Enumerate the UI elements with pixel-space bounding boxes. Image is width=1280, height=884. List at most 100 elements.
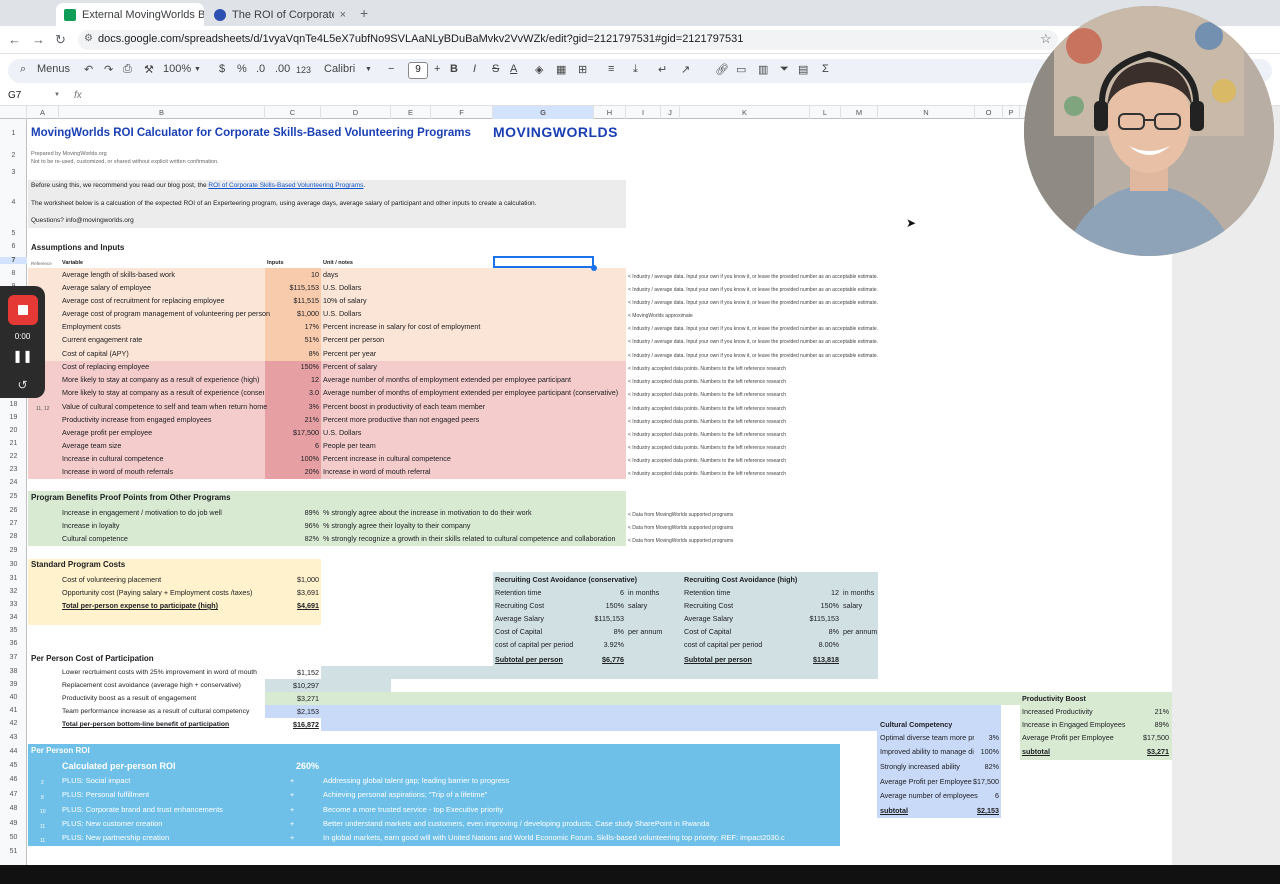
input-value[interactable]: $1,000 bbox=[265, 309, 319, 319]
row-header[interactable]: 20 bbox=[0, 427, 27, 434]
rca-value[interactable]: 8.00% bbox=[780, 640, 839, 650]
input-value[interactable]: 12 bbox=[265, 375, 319, 385]
rca-value[interactable]: 8% bbox=[780, 627, 839, 637]
stop-recording-button[interactable] bbox=[8, 295, 38, 325]
column-header[interactable]: E bbox=[391, 106, 431, 119]
rca-subtotal-value[interactable]: $13,818 bbox=[780, 655, 839, 665]
column-header[interactable]: C bbox=[265, 106, 321, 119]
input-value[interactable]: 3% bbox=[265, 402, 319, 412]
input-value[interactable]: $115,153 bbox=[265, 283, 319, 293]
print-icon[interactable]: ⎙ bbox=[123, 63, 132, 76]
increase-decimal-button[interactable]: .00 bbox=[275, 63, 290, 75]
text-color-icon[interactable]: A bbox=[510, 63, 517, 75]
column-header[interactable]: F bbox=[431, 106, 493, 119]
input-value[interactable]: 150% bbox=[265, 362, 319, 372]
row-header[interactable]: 46 bbox=[0, 776, 27, 783]
row-header[interactable]: 23 bbox=[0, 466, 27, 473]
column-header[interactable]: M bbox=[841, 106, 878, 119]
input-value[interactable]: $11,515 bbox=[265, 296, 319, 306]
cost-value[interactable]: $1,000 bbox=[265, 575, 319, 585]
input-value[interactable]: 6 bbox=[265, 441, 319, 451]
row-header[interactable]: 33 bbox=[0, 601, 27, 608]
column-header[interactable]: G bbox=[493, 106, 594, 119]
row-header[interactable]: 43 bbox=[0, 734, 27, 741]
row-header[interactable]: 45 bbox=[0, 762, 27, 769]
rca-value[interactable]: $115,153 bbox=[574, 614, 624, 624]
functions-button[interactable]: Σ bbox=[822, 63, 829, 75]
column-header[interactable]: L bbox=[810, 106, 841, 119]
menus-button[interactable]: Menus bbox=[37, 63, 70, 75]
text-wrap-icon[interactable]: ↵ bbox=[658, 63, 667, 76]
borders-icon[interactable]: ▦ bbox=[556, 63, 566, 76]
back-icon[interactable]: ← bbox=[8, 32, 21, 47]
input-value[interactable]: 3.0 bbox=[265, 388, 319, 398]
row-header[interactable]: 30 bbox=[0, 561, 27, 568]
chevron-down-icon[interactable]: ▼ bbox=[194, 66, 201, 73]
pause-icon[interactable]: ❚❚ bbox=[0, 349, 45, 363]
row-header[interactable]: 28 bbox=[0, 533, 27, 540]
column-header[interactable]: P bbox=[1003, 106, 1020, 119]
rca-value[interactable]: 3.92% bbox=[574, 640, 624, 650]
row-header[interactable]: 24 bbox=[0, 479, 27, 486]
fill-color-icon[interactable]: ◈ bbox=[535, 63, 543, 76]
prodboost-value[interactable]: 21% bbox=[1120, 707, 1169, 717]
prodboost-value[interactable]: 89% bbox=[1120, 720, 1169, 730]
row-header[interactable]: 22 bbox=[0, 453, 27, 460]
row-header[interactable]: 40 bbox=[0, 694, 27, 701]
column-header[interactable]: J bbox=[661, 106, 680, 119]
rca-value[interactable]: 150% bbox=[574, 601, 624, 611]
cultcomp-value[interactable]: 3% bbox=[960, 733, 999, 743]
row-header[interactable]: 8 bbox=[0, 270, 27, 277]
italic-button[interactable]: I bbox=[473, 63, 476, 75]
ppc-value[interactable]: $3,271 bbox=[265, 694, 319, 704]
filter-icon[interactable]: ⏷ bbox=[780, 63, 789, 76]
row-header[interactable]: 34 bbox=[0, 614, 27, 621]
cost-value[interactable]: $3,691 bbox=[265, 588, 319, 598]
roi-value[interactable]: 260% bbox=[296, 761, 319, 771]
merge-cells-icon[interactable]: ⊞ bbox=[578, 63, 587, 76]
horizontal-align-icon[interactable]: ≡ bbox=[608, 63, 614, 75]
input-value[interactable]: 21% bbox=[265, 415, 319, 425]
insert-comment-icon[interactable]: ▭ bbox=[736, 63, 746, 76]
percent-format-button[interactable]: % bbox=[237, 63, 247, 75]
column-header[interactable]: K bbox=[680, 106, 810, 119]
selection-handle[interactable] bbox=[591, 265, 597, 271]
row-header[interactable]: 26 bbox=[0, 507, 27, 514]
row-header[interactable]: 29 bbox=[0, 547, 27, 554]
formula-input[interactable] bbox=[92, 89, 992, 104]
row-header[interactable]: 25 bbox=[0, 493, 27, 500]
tab-blog[interactable]: The ROI of Corporate Skills-Ba × bbox=[206, 3, 354, 26]
chevron-down-icon[interactable]: ▼ bbox=[54, 92, 60, 98]
paint-format-icon[interactable]: ⚒ bbox=[144, 63, 154, 76]
rca-subtotal-value[interactable]: $6,776 bbox=[574, 655, 624, 665]
bookmark-star-icon[interactable]: ☆ bbox=[1040, 31, 1052, 47]
ppc-value[interactable]: $1,152 bbox=[265, 668, 319, 678]
row-header[interactable]: 37 bbox=[0, 654, 27, 661]
column-header[interactable]: O bbox=[975, 106, 1003, 119]
cultcomp-value[interactable]: $17,500 bbox=[960, 777, 999, 787]
zoom-select[interactable]: 100% bbox=[163, 63, 191, 75]
cultcomp-value[interactable]: 82% bbox=[960, 762, 999, 772]
insert-chart-icon[interactable]: ▥ bbox=[758, 63, 768, 76]
row-header[interactable]: 3 bbox=[0, 169, 27, 176]
bold-button[interactable]: B bbox=[450, 63, 458, 75]
row-header[interactable]: 47 bbox=[0, 791, 27, 798]
increase-font-size-icon[interactable]: + bbox=[434, 63, 440, 75]
row-header[interactable]: 6 bbox=[0, 243, 27, 250]
tab-sheet[interactable]: External MovingWorlds B2B ROI × bbox=[56, 3, 204, 26]
input-value[interactable]: 51% bbox=[265, 335, 319, 345]
row-header[interactable]: 4 bbox=[0, 199, 27, 206]
input-value[interactable]: 17% bbox=[265, 322, 319, 332]
rca-value[interactable]: $115,153 bbox=[780, 614, 839, 624]
cultcomp-value[interactable]: 6 bbox=[960, 791, 999, 801]
forward-icon[interactable]: → bbox=[32, 32, 45, 47]
column-header[interactable]: N bbox=[878, 106, 975, 119]
row-header[interactable]: 48 bbox=[0, 805, 27, 812]
reload-icon[interactable]: ↻ bbox=[55, 32, 66, 48]
chevron-down-icon[interactable]: ▼ bbox=[365, 66, 372, 73]
row-header[interactable]: 42 bbox=[0, 720, 27, 727]
column-header[interactable]: A bbox=[27, 106, 59, 119]
input-value[interactable]: 8% bbox=[265, 349, 319, 359]
row-header[interactable]: 35 bbox=[0, 627, 27, 634]
ppc-value[interactable]: $2,153 bbox=[265, 707, 319, 717]
